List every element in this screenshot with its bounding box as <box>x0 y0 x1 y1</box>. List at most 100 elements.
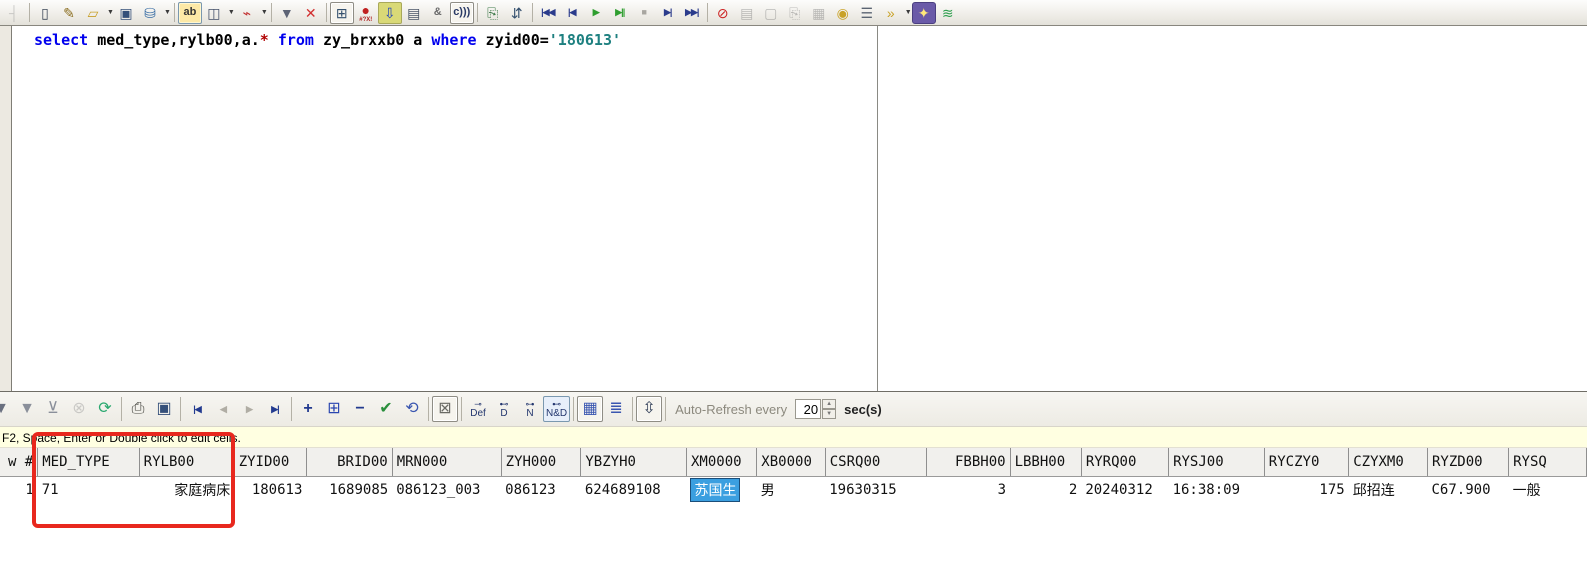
export-database-icon[interactable]: ⛁ <box>138 2 162 24</box>
import-rows-icon[interactable]: ⇩ <box>377 1 402 24</box>
break-on-error-icon[interactable]: ⊘ <box>711 2 735 24</box>
autofit-rows-icon[interactable]: ⇳ <box>636 396 663 422</box>
column-header-rylb00[interactable]: RYLB00 <box>139 448 235 477</box>
column-header-w-[interactable]: w # <box>0 448 39 477</box>
print-icon[interactable]: ⎙ <box>125 396 151 422</box>
cell-czyxm0[interactable]: 邱招连 <box>1348 476 1428 503</box>
next-row-icon[interactable]: ▶ <box>236 396 262 422</box>
dropdown-caret-icon[interactable]: ▼ <box>164 9 171 16</box>
filter-icon[interactable]: ▼ <box>275 2 299 24</box>
cell-zyid00[interactable]: 180613 <box>234 476 307 503</box>
column-header-ryczy0[interactable]: RYCZY0 <box>1264 448 1350 477</box>
cell-ryzd00[interactable]: C67.900 <box>1427 476 1509 503</box>
column-header-brid00[interactable]: BRID00 <box>306 448 393 477</box>
ampersand-macro-icon[interactable]: & <box>426 2 450 24</box>
grid-view-icon[interactable]: ▦ <box>577 396 604 422</box>
explain-plan-icon[interactable]: ☰ <box>855 2 879 24</box>
copy-results-icon[interactable]: ⎘ <box>481 2 505 24</box>
dropdown-caret-icon[interactable]: ▼ <box>261 9 268 16</box>
save-file-icon[interactable]: ▣ <box>114 2 138 24</box>
cell-zyh000[interactable]: 086123 <box>501 476 581 503</box>
cell-lbbh00[interactable]: 2 <box>1010 476 1082 503</box>
column-header-rysq[interactable]: RYSQ <box>1508 448 1587 477</box>
delete-row-icon[interactable]: − <box>347 396 373 422</box>
cell-w-[interactable]: 1 <box>0 476 38 503</box>
cell-fbbh00[interactable]: 3 <box>926 476 1011 503</box>
filter-values-icon[interactable]: ▼ <box>0 396 14 422</box>
column-header-ryzd00[interactable]: RYZD00 <box>1427 448 1510 477</box>
invalid-values-icon[interactable]: ● #?X! <box>354 2 378 24</box>
next-result-icon[interactable]: ▶| <box>656 2 680 24</box>
last-row-icon[interactable]: ▶| <box>262 396 288 422</box>
column-header-ybzyh0[interactable]: YBZYH0 <box>580 448 687 477</box>
dropdown-caret-icon[interactable]: ▼ <box>107 9 114 16</box>
cell-mrn000[interactable]: 086123_003 <box>392 476 502 503</box>
first-row-icon[interactable]: |◀ <box>184 396 210 422</box>
cell-med-type[interactable]: 71 <box>37 476 140 503</box>
cell-xm0000[interactable]: 苏国生 <box>686 476 757 503</box>
revert-changes-icon[interactable]: ⟲ <box>399 396 425 422</box>
number-format-toggle[interactable]: ⊶ N <box>517 396 543 422</box>
first-result-icon[interactable]: |◀◀ <box>536 2 560 24</box>
prev-row-icon[interactable]: ◀ <box>210 396 236 422</box>
split-view-icon[interactable]: ◫ <box>202 2 226 24</box>
save-results-icon[interactable]: ▣ <box>151 396 177 422</box>
column-header-czyxm0[interactable]: CZYXM0 <box>1348 448 1428 477</box>
dropdown-caret-icon[interactable]: ▼ <box>905 9 912 16</box>
insert-row-icon[interactable]: + <box>295 396 321 422</box>
column-header-zyid00[interactable]: ZYID00 <box>234 448 307 477</box>
selected-cell-value[interactable]: 苏国生 <box>690 477 741 502</box>
column-header-xm0000[interactable]: XM0000 <box>686 448 758 477</box>
cell-csrq00[interactable]: 19630315 <box>825 476 927 503</box>
column-header-med-type[interactable]: MED_TYPE <box>37 448 140 477</box>
sql-assistant-icon[interactable]: ≋ <box>936 2 960 24</box>
column-header-lbbh00[interactable]: LBBH00 <box>1010 448 1082 477</box>
syntax-highlight-toggle[interactable]: ab <box>177 1 202 24</box>
editor-secondary-pane[interactable] <box>878 26 1587 391</box>
execute-icon[interactable]: ▶ <box>584 2 608 24</box>
last-result-icon[interactable]: ▶▶| <box>680 2 704 24</box>
cell-ybzyh0[interactable]: 624689108 <box>580 476 687 503</box>
cell-ryrq00[interactable]: 20240312 <box>1081 476 1169 503</box>
dropdown-caret-icon[interactable]: ▼ <box>228 9 235 16</box>
hint-bulb-icon[interactable]: ✦ <box>911 1 936 24</box>
null-and-default-toggle[interactable]: ⊷ N&D <box>543 396 571 422</box>
column-header-fbbh00[interactable]: FBBH00 <box>926 448 1011 477</box>
column-header-rysj00[interactable]: RYSJ00 <box>1168 448 1265 477</box>
sort-ascending-icon[interactable]: ▼ <box>14 396 40 422</box>
date-format-toggle[interactable]: ⊷ D <box>491 396 517 422</box>
edit-script-icon[interactable]: ✎ <box>57 2 81 24</box>
column-header-zyh000[interactable]: ZYH000 <box>501 448 582 477</box>
cell-rylb00[interactable]: 家庭病床 <box>139 476 235 503</box>
spinner-up-icon[interactable]: ▲ <box>822 399 837 409</box>
table-info-icon[interactable]: ▤ <box>402 2 426 24</box>
refresh-query-icon[interactable]: ⟳ <box>92 396 118 422</box>
sound-notify-icon[interactable]: c))) <box>449 1 474 24</box>
execute-step-icon[interactable]: ▶|| <box>608 2 632 24</box>
auto-refresh-interval-input[interactable] <box>795 399 822 419</box>
column-header-xb0000[interactable]: XB0000 <box>756 448 826 477</box>
record-view-icon[interactable]: ≣ <box>603 396 629 422</box>
null-default-toggle[interactable]: ⊸ Def <box>465 396 491 422</box>
sql-editor[interactable]: select med_type,rylb00,a.* from zy_brxxb… <box>12 26 878 391</box>
cell-brid00[interactable]: 1689085 <box>306 476 393 503</box>
new-file-icon[interactable]: ▯ <box>33 2 57 24</box>
cell-rysq[interactable]: 一般 <box>1508 476 1587 503</box>
cell-rysj00[interactable]: 16:38:09 <box>1168 476 1265 503</box>
connection-icon[interactable]: ⌁ <box>235 2 259 24</box>
cell-xb0000[interactable]: 男 <box>756 476 826 503</box>
cell-ryczy0[interactable]: 175 <box>1264 476 1349 503</box>
insert-multiple-rows-icon[interactable]: ⊞ <box>321 396 347 422</box>
stop-execution-icon[interactable]: ■ <box>632 2 656 24</box>
column-header-ryrq00[interactable]: RYRQ00 <box>1081 448 1170 477</box>
prev-result-icon[interactable]: |◀ <box>560 2 584 24</box>
column-header-mrn000[interactable]: MRN000 <box>392 448 502 477</box>
clear-filter-icon[interactable]: ✕ <box>299 2 323 24</box>
export-grid-icon[interactable]: ⊠ <box>432 396 458 422</box>
sort-custom-icon[interactable]: ⊻ <box>40 396 66 422</box>
column-header-csrq00[interactable]: CSRQ00 <box>825 448 928 477</box>
row-arrange-icon[interactable]: ⇵ <box>505 2 529 24</box>
edit-record-icon[interactable]: ⊞ <box>329 1 354 24</box>
open-file-icon[interactable]: ▱ <box>81 2 105 24</box>
spinner-down-icon[interactable]: ▼ <box>822 409 837 419</box>
